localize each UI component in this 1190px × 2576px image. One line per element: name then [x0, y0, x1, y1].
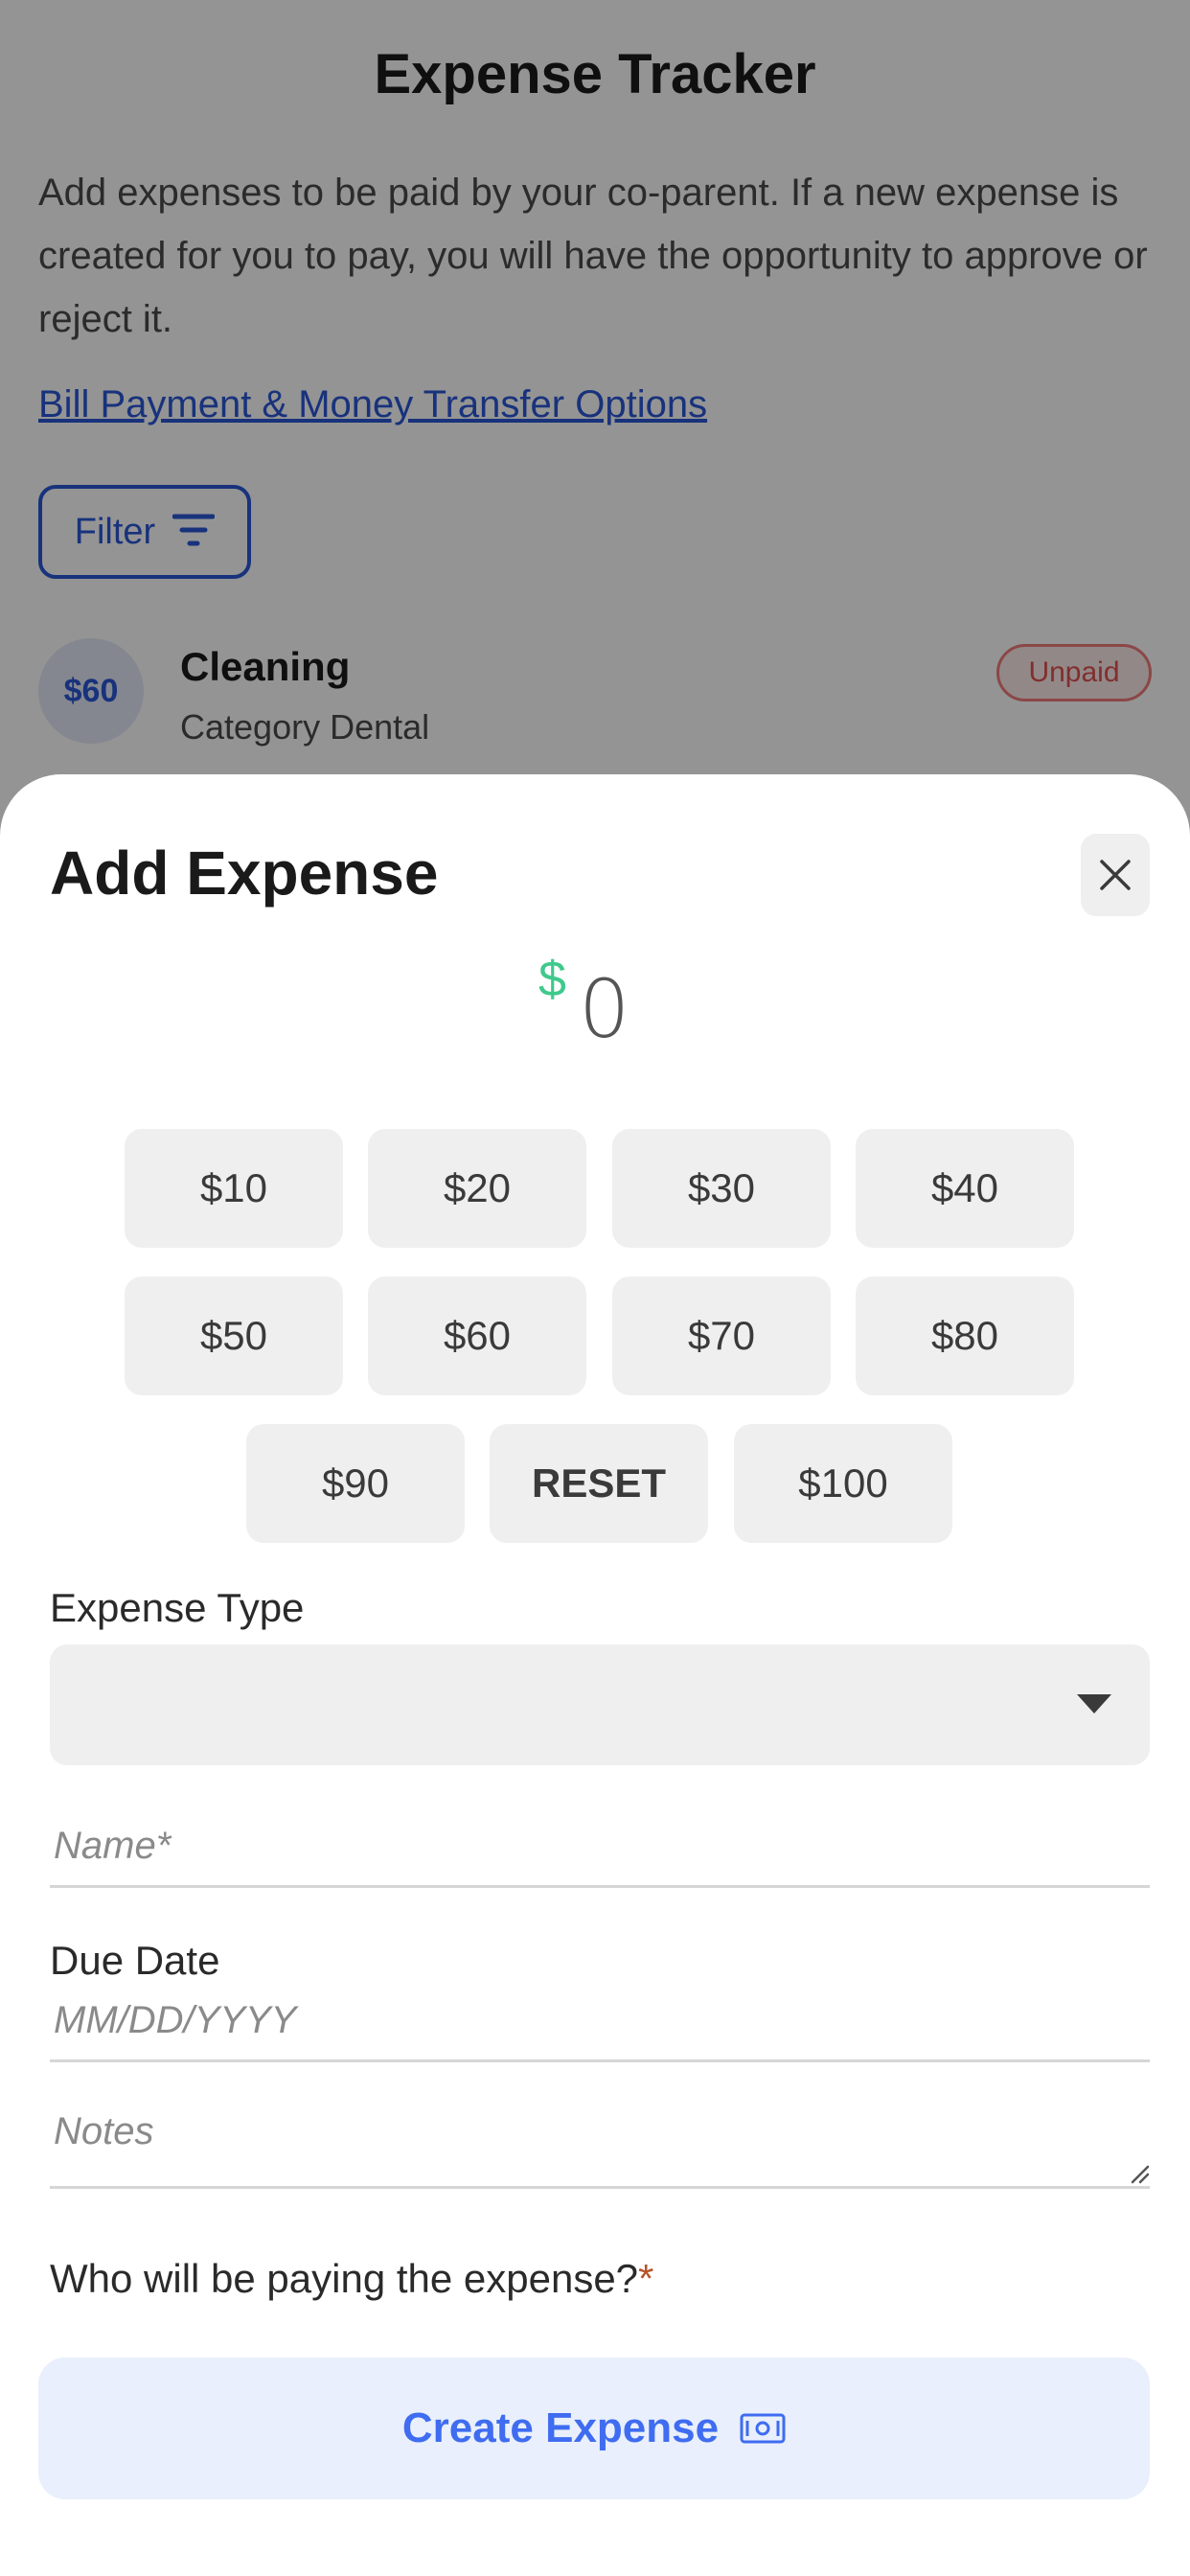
currency-symbol: $	[538, 952, 566, 1007]
close-button[interactable]	[1081, 834, 1150, 916]
money-bill-icon	[740, 2413, 786, 2444]
name-field[interactable]: Name*	[50, 1811, 1150, 1888]
expense-type-label: Expense Type	[50, 1585, 305, 1630]
quick-amount-60-button[interactable]: $60	[368, 1276, 586, 1395]
create-expense-label: Create Expense	[401, 2404, 720, 2451]
sheet-title: Add Expense	[50, 839, 439, 908]
create-expense-button[interactable]: Create Expense	[38, 2358, 1150, 2499]
quick-amount-50-button[interactable]: $50	[125, 1276, 343, 1395]
due-date-label: Due Date	[50, 1938, 220, 1983]
payer-question-text: Who will be paying the expense?	[50, 2256, 639, 2301]
quick-amount-10-button[interactable]: $10	[125, 1129, 343, 1248]
quick-amount-20-button[interactable]: $20	[368, 1129, 586, 1248]
due-date-field[interactable]: MM/DD/YYYY	[50, 1990, 1150, 2062]
close-icon	[1100, 860, 1131, 890]
resize-handle-icon[interactable]	[1127, 2161, 1150, 2184]
notes-placeholder: Notes	[54, 2110, 154, 2152]
required-mark: *	[638, 2256, 654, 2301]
reset-amount-button[interactable]: RESET	[490, 1424, 708, 1543]
name-placeholder: Name*	[54, 1825, 172, 1867]
quick-amount-80-button[interactable]: $80	[856, 1276, 1074, 1395]
payer-options-peek	[38, 2545, 1190, 2576]
notes-field[interactable]: Notes	[50, 2097, 1150, 2189]
quick-amount-90-button[interactable]: $90	[246, 1424, 465, 1543]
quick-amount-100-button[interactable]: $100	[734, 1424, 952, 1543]
add-expense-sheet: Add Expense $ 0 $10 $20 $30 $40 $50 $60 …	[0, 774, 1190, 2576]
due-date-placeholder: MM/DD/YYYY	[54, 1999, 297, 2041]
expense-type-select[interactable]	[50, 1644, 1150, 1765]
payer-question: Who will be paying the expense?*	[50, 2256, 653, 2302]
dropdown-caret-icon	[1077, 1694, 1111, 1714]
amount-value: 0	[579, 962, 630, 1056]
quick-amount-30-button[interactable]: $30	[612, 1129, 831, 1248]
quick-amount-70-button[interactable]: $70	[612, 1276, 831, 1395]
quick-amount-40-button[interactable]: $40	[856, 1129, 1074, 1248]
